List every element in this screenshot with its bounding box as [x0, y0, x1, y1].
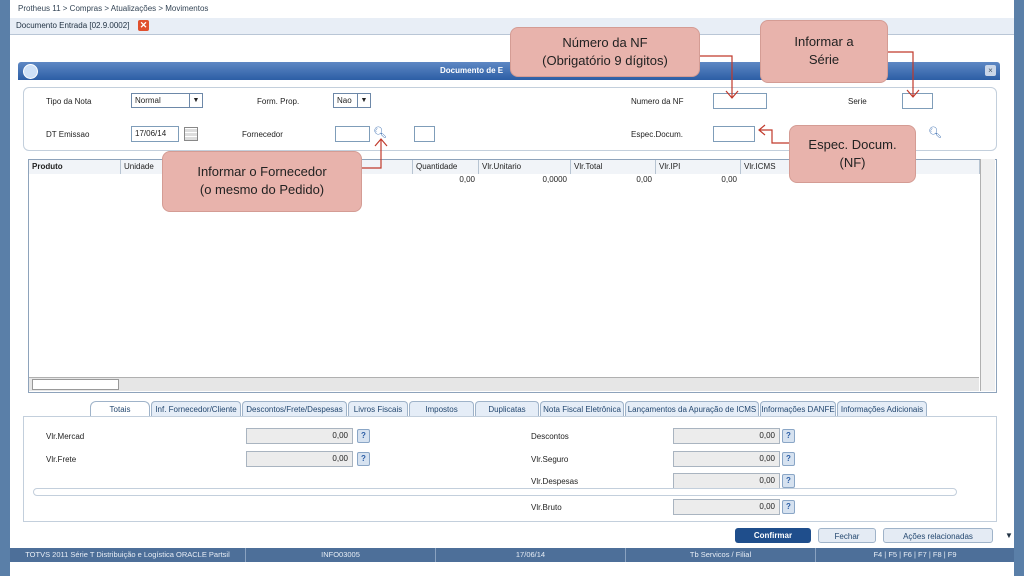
callout-arrows	[362, 51, 920, 169]
callout-serie-line2: Série	[808, 52, 840, 67]
callout-espec-line2: (NF)	[839, 155, 866, 170]
callout-numero-nf-line1: Número da NF	[562, 35, 648, 50]
callout-fornecedor-line1: Informar o Fornecedor	[197, 164, 327, 179]
callout-numero-nf: Número da NF (Obrigatório 9 dígitos)	[510, 27, 700, 77]
callout-serie-line1: Informar a	[794, 34, 854, 49]
callout-fornecedor: Informar o Fornecedor (o mesmo do Pedido…	[162, 151, 362, 212]
callout-fornecedor-line2: (o mesmo do Pedido)	[199, 182, 325, 197]
callout-espec: Espec. Docum. (NF)	[789, 125, 916, 183]
callout-serie: Informar a Série	[760, 20, 888, 83]
callout-espec-line1: Espec. Docum.	[808, 137, 897, 152]
callout-numero-nf-line2: (Obrigatório 9 dígitos)	[542, 53, 668, 68]
